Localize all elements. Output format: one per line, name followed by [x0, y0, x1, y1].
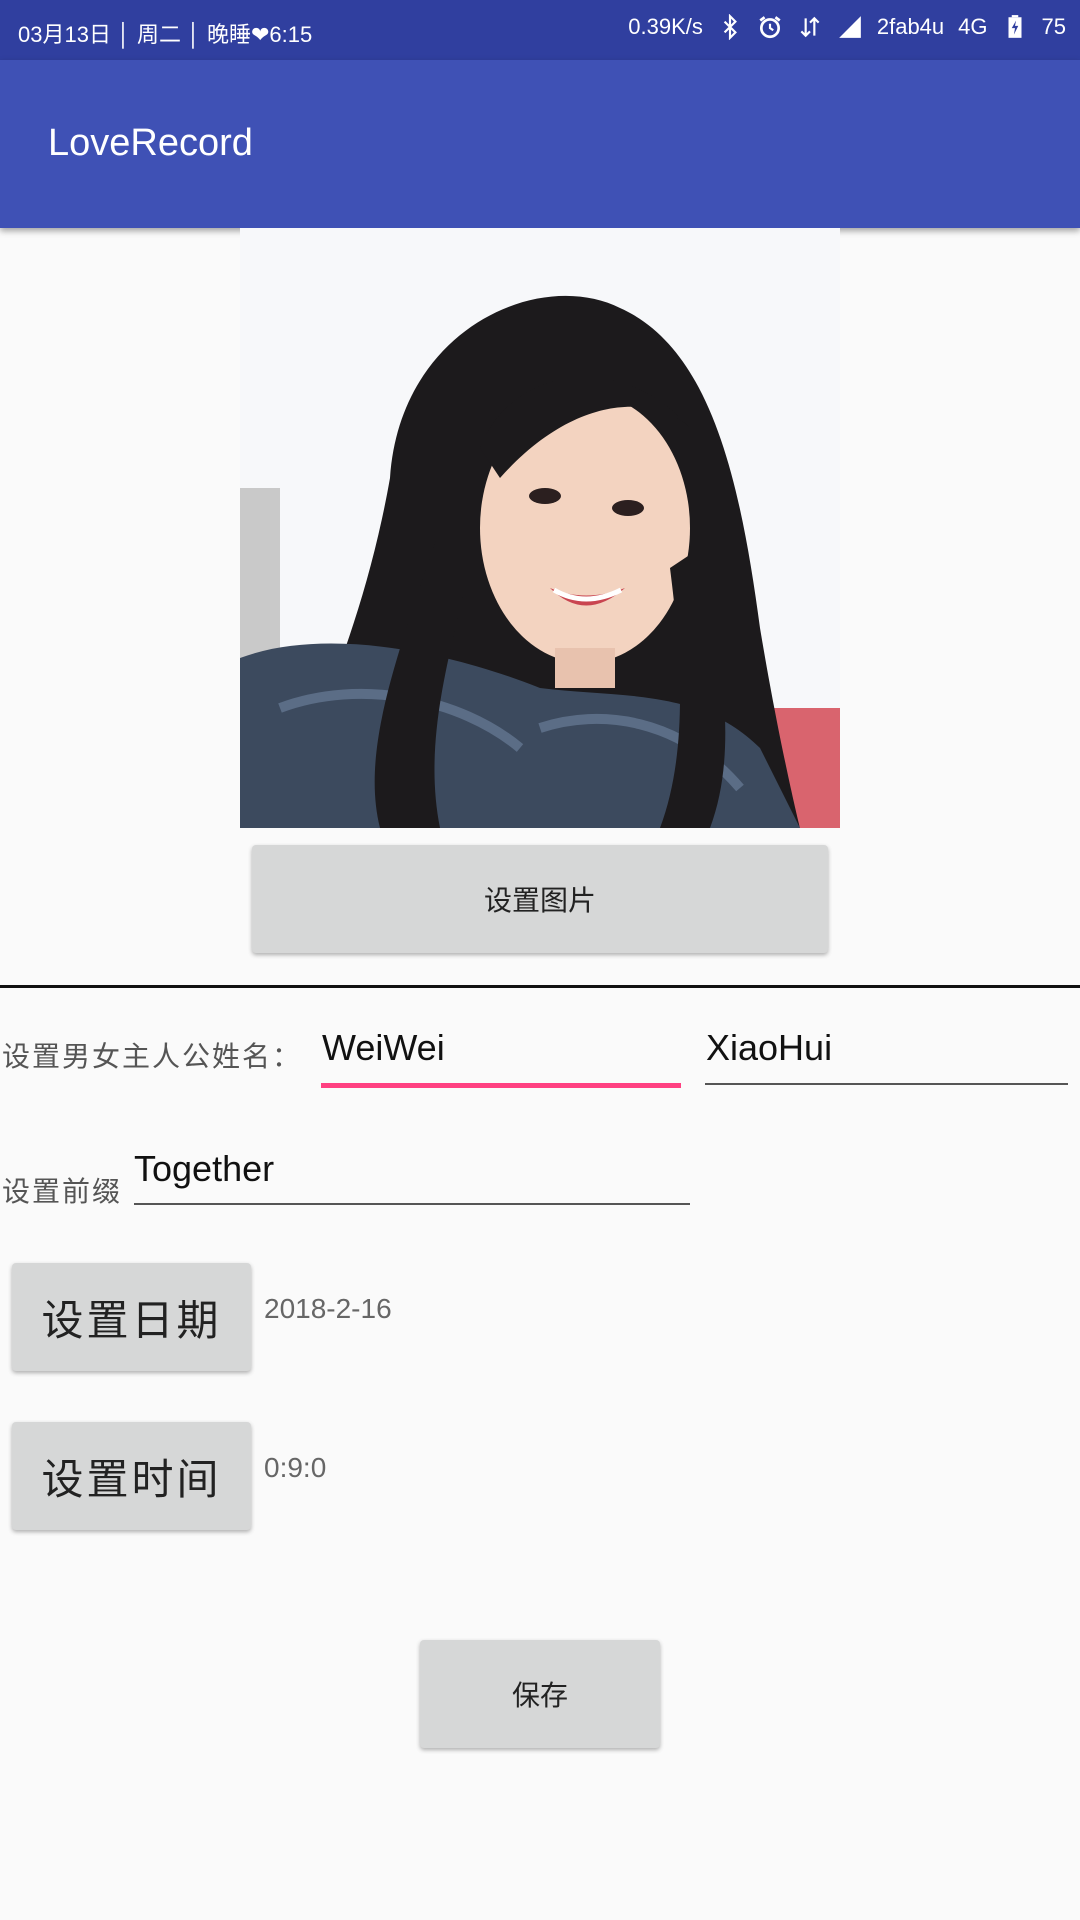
names-label: 设置男女主人公姓名：	[2, 1040, 303, 1073]
status-battery: 75	[1041, 14, 1066, 39]
status-note: 晚睡❤6:15	[206, 22, 313, 47]
status-network: 4G	[958, 14, 988, 39]
save-button[interactable]: 保存	[420, 1640, 660, 1748]
battery-charging-icon	[1008, 15, 1022, 38]
prefix-input[interactable]: Together	[134, 1148, 274, 1190]
status-carrier: 2fab4u	[876, 14, 945, 39]
bluetooth-icon	[723, 14, 737, 40]
signal-icon	[839, 16, 861, 38]
alarm-icon	[759, 16, 781, 39]
set-time-button[interactable]: 设置时间	[12, 1422, 251, 1530]
name1-input[interactable]: WeiWei	[322, 1027, 445, 1069]
set-date-button[interactable]: 设置日期	[12, 1263, 251, 1371]
status-left: 03月13日 │ 周二 │ 晚睡❤6:15	[18, 22, 313, 47]
prefix-underline	[134, 1203, 690, 1205]
name1-underline	[321, 1083, 681, 1088]
portrait-image	[240, 228, 840, 828]
date-value: 2018-2-16	[264, 1293, 392, 1324]
name2-underline	[705, 1083, 1068, 1085]
status-bar: 03月13日 │ 周二 │ 晚睡❤6:15 0.39K/s 2fab4u 4G …	[0, 0, 1080, 60]
status-speed: 0.39K/s	[628, 14, 703, 39]
status-right: 0.39K/s 2fab4u 4G 75	[628, 14, 1066, 40]
data-transfer-icon	[800, 16, 820, 38]
status-weekday: 周二	[136, 22, 181, 47]
time-value: 0:9:0	[264, 1452, 327, 1483]
profile-photo[interactable]	[240, 228, 840, 828]
name2-input[interactable]: XiaoHui	[706, 1027, 832, 1069]
prefix-label: 设置前缀	[2, 1175, 123, 1208]
section-divider	[0, 985, 1080, 988]
app-bar: LoveRecord	[0, 60, 1080, 228]
set-image-button[interactable]: 设置图片	[252, 845, 828, 953]
app-title: LoveRecord	[48, 122, 253, 164]
status-date: 03月13日	[18, 22, 111, 47]
